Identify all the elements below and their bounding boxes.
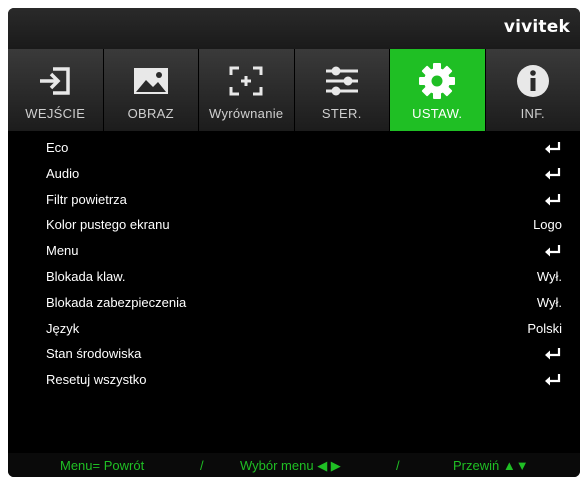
menu-item-label: Resetuj wszystko (46, 372, 147, 388)
menu-item-blokada-klaw[interactable]: Blokada klaw. Wył. (8, 264, 580, 290)
menu-item-eco[interactable]: Eco (8, 135, 580, 161)
menu-item-kolor-pustego-ekranu[interactable]: Kolor pustego ekranu Logo (8, 212, 580, 238)
enter-icon (545, 374, 561, 386)
vivitek-logo: vivitek (503, 17, 570, 37)
menu-item-value: Wył. (536, 294, 562, 310)
menu-item-stan-srodowiska[interactable]: Stan środowiska (8, 341, 580, 367)
menu-item-filtr-powietrza[interactable]: Filtr powietrza (8, 187, 580, 213)
info-icon (511, 59, 555, 103)
menu-item-label: Blokada klaw. (46, 268, 126, 284)
tab-label: USTAW. (412, 106, 463, 121)
input-icon (33, 59, 77, 103)
enter-icon (545, 348, 561, 360)
tab-inf[interactable]: INF. (485, 49, 580, 131)
menu-item-resetuj-wszystko[interactable]: Resetuj wszystko (8, 367, 580, 393)
menu-item-label: Filtr powietrza (46, 191, 127, 207)
tab-wejscie[interactable]: WEJŚCIE (8, 49, 104, 131)
tab-ster[interactable]: STER. (294, 49, 390, 131)
menu-item-label: Eco (46, 140, 69, 155)
brand-bar: vivitek (8, 8, 580, 49)
menu-item-label: Blokada zabezpieczenia (46, 294, 187, 310)
menu-item-label: Język (46, 320, 80, 336)
footer-back-hint: Menu= Powrót (60, 458, 145, 473)
menu-item-menu[interactable]: Menu (8, 238, 580, 264)
tab-label: Wyrównanie (209, 106, 284, 121)
tab-label: OBRAZ (127, 106, 174, 121)
settings-menu: Eco Audio Filtr powietrza Kolor pustego … (8, 135, 580, 393)
enter-icon (545, 142, 561, 154)
osd-menu: vivitek WEJŚCIE OBRAZ Wyrównanie STER. U… (8, 8, 580, 477)
enter-icon (545, 193, 561, 206)
tab-bar: WEJŚCIE OBRAZ Wyrównanie STER. USTAW. IN… (8, 49, 580, 131)
footer-scroll-hint: Przewiń ▲▼ (453, 458, 529, 473)
menu-item-label: Menu (46, 243, 79, 259)
tab-wyrownanie[interactable]: Wyrównanie (199, 49, 295, 131)
tab-ustaw[interactable]: USTAW. (390, 49, 486, 131)
menu-item-value: Polski (527, 320, 562, 336)
alignment-icon (224, 59, 268, 103)
menu-item-label: Stan środowiska (46, 346, 142, 362)
gear-icon (415, 59, 459, 103)
tab-label: STER. (321, 106, 362, 121)
menu-item-value: Wył. (536, 268, 562, 284)
menu-item-label: Audio (46, 165, 80, 181)
menu-item-blokada-zabezpieczenia[interactable]: Blokada zabezpieczenia Wył. (8, 290, 580, 316)
footer-separator: / (200, 458, 204, 473)
tab-label: INF. (520, 106, 545, 121)
menu-item-audio[interactable]: Audio (8, 161, 580, 187)
tab-obraz[interactable]: OBRAZ (103, 49, 199, 131)
image-icon (129, 59, 173, 103)
enter-icon (545, 245, 561, 257)
menu-item-label: Kolor pustego ekranu (46, 217, 170, 233)
footer-select-hint: Wybór menu ◀ ▶ (240, 458, 341, 473)
enter-icon (545, 167, 561, 180)
footer-hint-bar: Menu= Powrót / Wybór menu ◀ ▶ / Przewiń … (8, 453, 580, 477)
sliders-icon (320, 59, 364, 103)
footer-separator: / (396, 458, 400, 473)
tab-label: WEJŚCIE (25, 106, 86, 121)
menu-item-jezyk[interactable]: Język Polski (8, 316, 580, 342)
menu-item-value: Logo (533, 217, 562, 233)
